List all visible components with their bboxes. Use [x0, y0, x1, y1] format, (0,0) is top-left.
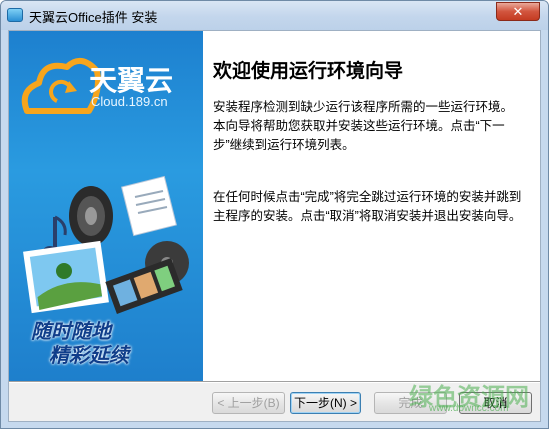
logo-subtext: Cloud.189.cn: [91, 94, 168, 109]
close-button[interactable]: ✕: [496, 2, 540, 21]
watermark-url: www.downcc.com: [429, 403, 509, 414]
page-title: 欢迎使用运行环境向导: [213, 61, 404, 82]
back-button[interactable]: < 上一步(B): [212, 392, 285, 414]
app-icon: [7, 8, 23, 22]
title-bar[interactable]: 天翼云Office插件 安装 ✕: [1, 1, 548, 30]
side-banner: 天翼云 Cloud.189.cn 随时随地 精彩延续: [9, 31, 203, 381]
wizard-body: 天翼云 Cloud.189.cn 随时随地 精彩延续 欢迎使用运行环境向导 安装…: [8, 30, 541, 422]
content-panel: 欢迎使用运行环境向导 安装程序检测到缺少运行该程序所需的一些运行环境。本向导将帮…: [203, 31, 540, 381]
window-title: 天翼云Office插件 安装: [29, 10, 158, 25]
logo-text: 天翼云: [89, 65, 174, 96]
close-icon: ✕: [512, 4, 524, 19]
finish-paragraph: 在任何时候点击“完成”将完全跳过运行环境的安装并跳到主程序的安装。点击“取消”将…: [213, 190, 522, 223]
slogan-line-2: 精彩延续: [49, 345, 129, 367]
next-button[interactable]: 下一步(N) >: [290, 392, 361, 414]
installer-window: 天翼云Office插件 安装 ✕ 天翼云 Cloud.189.cn 随时随地 精…: [0, 0, 549, 429]
intro-paragraph: 安装程序检测到缺少运行该程序所需的一些运行环境。本向导将帮助您获取并安装这些运行…: [213, 100, 514, 152]
